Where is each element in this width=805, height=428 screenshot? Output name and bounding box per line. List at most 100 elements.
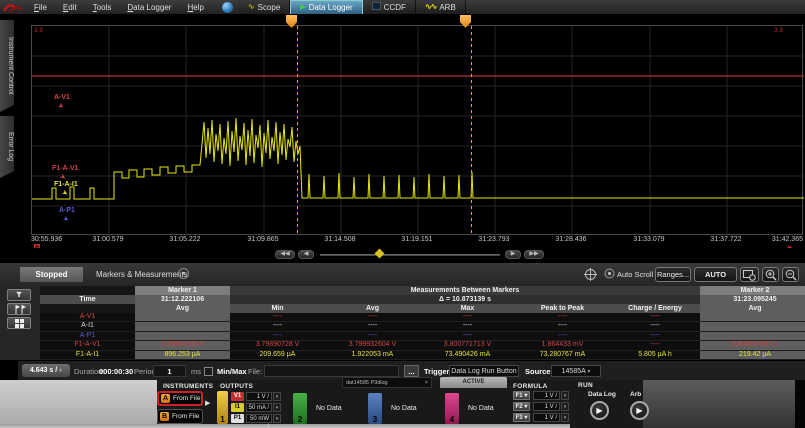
measurements-table: Marker 1 Measurements Between Markers Ma… bbox=[0, 286, 805, 360]
channel1-v-range-dropdown[interactable]: 1 V / bbox=[246, 392, 272, 401]
scroll-right-button[interactable]: ▶ bbox=[505, 250, 521, 259]
markers-dropdown-icon[interactable]: ▾ bbox=[178, 268, 189, 279]
marker2-header[interactable]: Marker 2 bbox=[700, 286, 805, 295]
marker2-avg-header: Avg bbox=[700, 304, 805, 313]
formula-f1-badge[interactable]: F1 ▾ bbox=[513, 391, 530, 400]
scroll-track[interactable] bbox=[320, 254, 500, 256]
col-min: Min bbox=[230, 304, 325, 313]
outputs-header: OUTPUTS bbox=[220, 383, 253, 390]
menu-file[interactable]: File bbox=[26, 3, 55, 12]
period-input[interactable]: 1 bbox=[153, 365, 186, 377]
left-sidebar: Instrument Control Error Log bbox=[0, 14, 14, 260]
wrench-tool-button[interactable] bbox=[7, 289, 31, 301]
trace-label-a-v1[interactable]: A-V1 bbox=[54, 94, 70, 101]
formula-header: FORMULA bbox=[513, 383, 548, 390]
tab-arb[interactable]: ∿∿ ARB bbox=[416, 0, 466, 14]
channel1-p-range-dropdown[interactable]: 50 mW / bbox=[246, 414, 272, 423]
auto-scroll-icon[interactable] bbox=[604, 268, 615, 279]
scroll-far-right-button[interactable]: ▶▶ bbox=[524, 250, 544, 259]
formula-f3-badge[interactable]: F3 ▾ bbox=[513, 413, 530, 422]
trigger-dropdown[interactable]: Data Log Run Button ▾ bbox=[449, 365, 519, 377]
menu-bar: File Edit Tools Data Logger Help ∿ Scope… bbox=[0, 0, 805, 14]
channel1-p1-badge[interactable]: P1 bbox=[231, 414, 244, 423]
between-markers-header: Measurements Between Markers bbox=[230, 286, 700, 295]
table-row: A-P1 ---- ---- ---- ---- ---- bbox=[40, 332, 805, 341]
datalog-file-tab[interactable]: dat14585 P3dlog × bbox=[342, 377, 432, 388]
tab-instrument-control[interactable]: Instrument Control bbox=[0, 20, 14, 112]
col-max: Max bbox=[420, 304, 515, 313]
channel4-bar[interactable]: 4 bbox=[445, 393, 459, 424]
zoom-in-button[interactable] bbox=[762, 267, 779, 282]
browse-button[interactable]: ... bbox=[404, 365, 419, 377]
scroll-far-left-button[interactable]: ◀◀ bbox=[275, 250, 295, 259]
instrument-panel: dat14585 P3dlog × ACTIVE INSTRUMENTS OUT… bbox=[0, 380, 805, 428]
tab-error-log[interactable]: Error Log bbox=[0, 116, 14, 178]
data-log-label: Data Log bbox=[588, 391, 616, 398]
channel1-v1-badge[interactable]: V1 bbox=[231, 392, 244, 401]
data-log-run-button[interactable]: ▶ bbox=[590, 401, 609, 420]
scroll-left-button[interactable]: ◀ bbox=[298, 250, 314, 259]
active-tab[interactable]: ACTIVE bbox=[440, 377, 507, 388]
formula-f3-range-dropdown[interactable]: 1 V / bbox=[533, 413, 560, 422]
close-icon[interactable]: × bbox=[425, 378, 428, 387]
row-name: F1-A-I1 bbox=[40, 351, 135, 359]
trace-label-f1-a-v1[interactable]: F1-A-V1 bbox=[52, 165, 78, 172]
channel1-i-range-dropdown[interactable]: 50 mA / bbox=[246, 403, 272, 412]
marker1-time: 31:12.222106 bbox=[135, 295, 230, 304]
table-tools-column bbox=[0, 286, 40, 360]
zoom-out-icon bbox=[785, 269, 797, 281]
auto-scale-button[interactable]: AUTO SCALE bbox=[694, 267, 737, 282]
menu-help[interactable]: Help bbox=[179, 3, 211, 12]
trace-label-f1-a-i1[interactable]: F1-A-I1 bbox=[54, 181, 78, 188]
menu-edit[interactable]: Edit bbox=[55, 3, 85, 12]
x-axis: 30:55.936 31:00.579 31:05.222 31:09.865 … bbox=[14, 236, 805, 246]
table-row: A-I1 ---- ---- ---- ---- ---- bbox=[40, 322, 805, 331]
source-dropdown[interactable]: 14585A ▾ bbox=[551, 365, 601, 377]
scroll-position-handle[interactable] bbox=[375, 249, 385, 259]
wrench-icon bbox=[13, 291, 25, 300]
expand-arrow-icon[interactable]: ▶ bbox=[205, 399, 210, 407]
instrument-a-button[interactable]: A From File bbox=[157, 391, 203, 406]
source-label: Source bbox=[525, 367, 550, 376]
zoom-window-button[interactable] bbox=[740, 267, 759, 282]
minmax-checkbox[interactable] bbox=[204, 367, 213, 376]
marker1-header[interactable]: Marker 1 bbox=[135, 286, 230, 295]
row-name: F1-A-V1 bbox=[40, 341, 135, 349]
y-axis-max-left: 3.9 bbox=[34, 27, 43, 34]
formula-f1-range-dropdown[interactable]: 1 V / bbox=[533, 391, 560, 400]
info-icon[interactable] bbox=[222, 2, 233, 13]
tab-scope[interactable]: ∿ Scope bbox=[239, 0, 290, 14]
tab-data-logger[interactable]: ▶ Data Logger bbox=[290, 0, 362, 14]
instrument-b-button[interactable]: B From File bbox=[157, 409, 203, 424]
x-tick: 31:42.365 bbox=[772, 236, 803, 243]
trace-label-a-p1[interactable]: A-P1 bbox=[59, 207, 75, 214]
chart-toolbar: Stopped Markers & Measurements ▾ Auto Sc… bbox=[0, 262, 805, 286]
instruments-header: INSTRUMENTS bbox=[163, 383, 213, 390]
timescale-dropdown[interactable]: 4.643 s / ▾ bbox=[22, 364, 70, 377]
formula-f2-badge[interactable]: F2 ▾ bbox=[513, 402, 530, 411]
auto-scroll-label[interactable]: Auto Scroll bbox=[617, 270, 653, 279]
channel2-bar[interactable]: 2 bbox=[293, 393, 307, 424]
menu-data-logger[interactable]: Data Logger bbox=[119, 3, 179, 12]
tab-ccdf[interactable]: CCDF bbox=[363, 0, 416, 14]
formula-f2-range-dropdown[interactable]: 1 V / bbox=[533, 402, 560, 411]
marker-delta: Δ = 10.873139 s bbox=[230, 295, 700, 304]
arb-waveform-icon: ∿∿ bbox=[425, 3, 436, 11]
arb-label: Arb bbox=[630, 391, 641, 398]
markers-tool-button[interactable] bbox=[7, 303, 31, 315]
channel3-bar[interactable]: 3 bbox=[368, 393, 382, 424]
arb-run-button[interactable]: ▶ bbox=[630, 401, 649, 420]
grid-view-button[interactable] bbox=[7, 317, 31, 329]
menu-tools[interactable]: Tools bbox=[85, 3, 120, 12]
file-input[interactable] bbox=[264, 365, 399, 377]
crosshair-icon[interactable] bbox=[584, 268, 597, 281]
channel1-i1-badge[interactable]: I1 bbox=[231, 403, 244, 412]
ranges-button[interactable]: Ranges... bbox=[655, 267, 691, 282]
waveform-plot[interactable] bbox=[31, 25, 803, 235]
duration-value[interactable]: 000:00:30 bbox=[99, 367, 133, 376]
zoom-out-button[interactable] bbox=[782, 267, 799, 282]
zoom-in-icon bbox=[765, 269, 777, 281]
x-tick: 31:19.151 bbox=[401, 236, 432, 243]
channel1-bar[interactable]: 1 bbox=[217, 391, 228, 424]
row-name: A-I1 bbox=[40, 322, 135, 330]
